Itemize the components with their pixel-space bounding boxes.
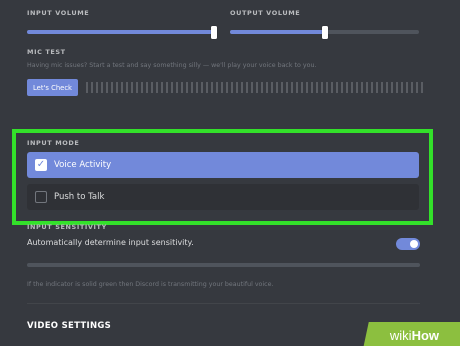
mic-test-description: Having mic issues? Start a test and say … [27, 62, 317, 69]
wikihow-how-text: How [412, 327, 440, 343]
wikihow-logo: wikiHow [363, 322, 460, 346]
voice-activity-option[interactable]: ✓ Voice Activity [27, 152, 419, 178]
mic-test-title: MIC TEST [27, 48, 66, 56]
input-mode-title: INPUT MODE [27, 139, 80, 147]
output-volume-handle[interactable] [322, 26, 328, 39]
output-volume-label: OUTPUT VOLUME [230, 9, 301, 17]
input-volume-handle[interactable] [211, 26, 217, 39]
video-settings-title: VIDEO SETTINGS [27, 321, 112, 331]
lets-check-button[interactable]: Let's Check [27, 79, 78, 96]
sensitivity-indicator-bar [27, 263, 420, 267]
sensitivity-hint: If the indicator is solid green then Dis… [27, 281, 274, 288]
input-volume-label: INPUT VOLUME [27, 9, 90, 17]
output-volume-fill [230, 30, 325, 34]
push-to-talk-option[interactable]: Push to Talk [27, 184, 419, 210]
section-divider [27, 303, 420, 304]
mic-level-meter [86, 82, 424, 93]
push-to-talk-label: Push to Talk [54, 192, 105, 202]
auto-sensitivity-toggle[interactable] [396, 238, 420, 250]
toggle-knob [410, 240, 418, 248]
checkmark-icon[interactable]: ✓ [35, 159, 47, 171]
auto-sensitivity-label: Automatically determine input sensitivit… [27, 238, 194, 247]
wikihow-wiki-text: wiki [390, 327, 413, 343]
input-volume-slider[interactable] [27, 30, 215, 34]
empty-checkbox-icon[interactable] [35, 191, 47, 203]
input-sensitivity-title: INPUT SENSITIVITY [27, 223, 107, 231]
voice-activity-label: Voice Activity [54, 160, 112, 170]
